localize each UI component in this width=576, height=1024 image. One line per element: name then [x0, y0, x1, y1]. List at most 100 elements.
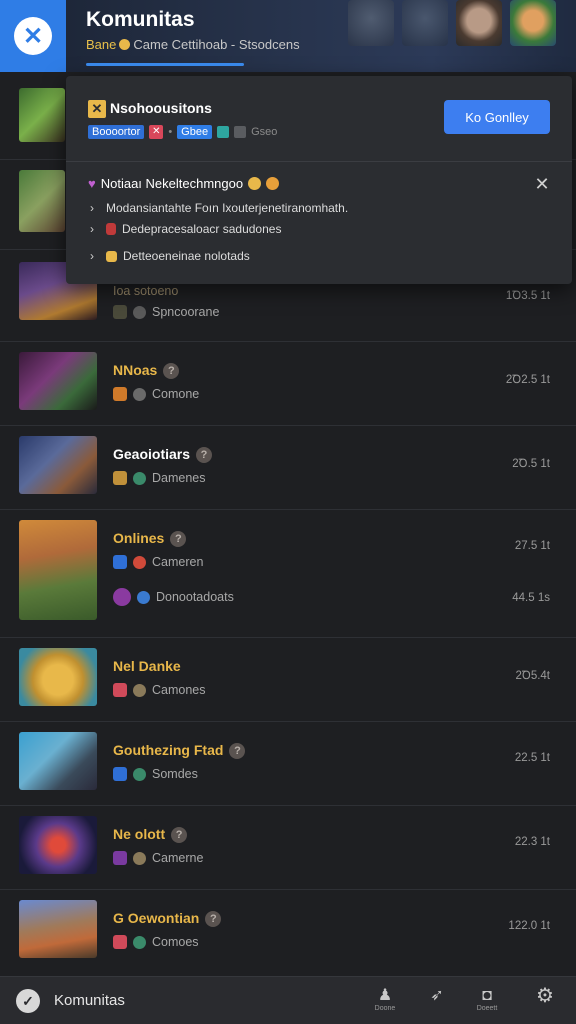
coin-icon: [119, 39, 131, 50]
help-icon[interactable]: ?: [171, 827, 188, 843]
chevron-right-icon: ›: [90, 222, 94, 236]
emoji-icon: [248, 177, 262, 190]
game-value: 2Ꝺ2.5 1t: [505, 374, 550, 386]
game-title: Onlines?: [113, 530, 187, 547]
popup-tags: Boooortor ✕ • Gbee Gseo: [88, 125, 277, 139]
chevron-right-icon: ›: [90, 201, 94, 215]
avatar[interactable]: [510, 0, 556, 46]
game-thumbnail: [19, 648, 97, 706]
tag-grey-icon: [234, 126, 247, 138]
app-logo-button[interactable]: ✕: [0, 0, 66, 72]
list-item[interactable]: G Oewontian? Comoes 122.0 1t: [0, 890, 576, 976]
list-item[interactable]: Onlines? Cameren Donootadoats 27.5 1t 44…: [0, 510, 576, 638]
page-title: Komunitas: [86, 8, 195, 31]
game-title: NNoas?: [113, 362, 180, 379]
genre-icon: [113, 588, 131, 606]
genre-icon: [113, 555, 127, 569]
game-value: 27.5 1t: [514, 540, 550, 552]
platform-icon: [133, 767, 146, 781]
tag-color-icon: [217, 126, 230, 138]
popup-header: ✕ Nsohoousitons Boooortor ✕ • Gbee Gseo …: [66, 76, 572, 162]
avatar[interactable]: [348, 0, 394, 46]
game-value: 2Ꝺ.5 1t: [512, 458, 550, 470]
genre-icon: [113, 935, 127, 949]
game-value: 22.5 1t: [514, 752, 550, 764]
rocket-icon[interactable]: ➶: [422, 987, 452, 1017]
game-thumbnail: [19, 900, 97, 958]
settings-icon[interactable]: ⚙: [530, 986, 560, 1017]
confirm-button[interactable]: Ko Gonlley: [444, 100, 550, 134]
game-thumbnail: [19, 170, 65, 232]
game-value: 2Ꝺ5.4t: [515, 670, 550, 682]
game-thumbnail: [19, 436, 97, 494]
bottom-title: Komunitas: [54, 992, 125, 1009]
game-meta: Damenes: [113, 471, 206, 485]
game-meta: Somdes: [113, 767, 198, 781]
alert-icon: [106, 223, 116, 235]
list-item[interactable]: Geaoiotiars? Damenes 2Ꝺ.5 1t: [0, 426, 576, 510]
close-tag-icon[interactable]: ✕: [149, 125, 164, 139]
game-meta: Camerne: [113, 851, 203, 865]
avatar[interactable]: [456, 0, 502, 46]
avatar[interactable]: [402, 0, 448, 46]
help-icon[interactable]: ?: [163, 363, 180, 379]
genre-icon: [113, 767, 127, 781]
people-icon[interactable]: ♟ Doone: [370, 987, 400, 1017]
active-tab-indicator: [86, 63, 244, 66]
help-icon[interactable]: ?: [196, 447, 213, 463]
game-title: Gouthezing Ftad?: [113, 742, 246, 759]
game-meta: Cameren: [113, 555, 203, 569]
genre-icon: [113, 683, 127, 697]
notice-title: Notiaaı Nekeltechmngoo: [100, 176, 244, 191]
tag-badge[interactable]: Boooortor: [88, 125, 145, 139]
platform-icon: [133, 305, 146, 319]
chat-icon[interactable]: ◘ Doeett: [472, 987, 502, 1017]
platform-icon: [133, 935, 146, 949]
genre-icon: [113, 305, 127, 319]
subtitle-tab-first[interactable]: Bane: [86, 37, 116, 52]
bottom-bar: ✓ Komunitas ♟ Doone ➶ ◘ Doeett ⚙: [0, 976, 576, 1024]
game-meta: Comoes: [113, 935, 199, 949]
help-icon[interactable]: ?: [205, 911, 222, 927]
list-item[interactable]: Nel Danke Camones 2Ꝺ5.4t: [0, 638, 576, 722]
header-avatars: [348, 0, 556, 48]
platform-icon: [133, 683, 146, 697]
popup-title: Nsohoousitons: [110, 100, 212, 116]
platform-icon: [133, 471, 146, 485]
game-value-secondary: 44.5 1s: [512, 592, 550, 604]
game-thumbnail: [19, 88, 65, 142]
platform-icon: [133, 851, 146, 865]
notice-line[interactable]: › Modansiantahte Foın Ixouterjenetiranom…: [90, 201, 348, 215]
app-logo-icon[interactable]: ✓: [16, 989, 40, 1013]
close-icon[interactable]: ✕: [534, 175, 550, 193]
notice-line[interactable]: › Dedepracesaloacr sadudones: [90, 222, 281, 236]
game-meta: Comone: [113, 387, 199, 401]
platform-icon: [137, 590, 150, 604]
list-item[interactable]: Ne olott? Camerne 22.3 1t: [0, 806, 576, 890]
help-icon[interactable]: ?: [170, 531, 187, 547]
game-title: G Oewontian?: [113, 910, 222, 927]
genre-icon: [113, 851, 127, 865]
emoji-icon: [266, 177, 280, 190]
app-header: ✕ Komunitas Bane Came Cettihoab - Stsodce…: [0, 0, 576, 72]
tag-badge[interactable]: Gbee: [177, 125, 213, 139]
tag-text: Gseo: [251, 126, 278, 138]
notification-popup: ✕ Nsohoousitons Boooortor ✕ • Gbee Gseo …: [66, 76, 572, 284]
subtitle-tabs[interactable]: Came Cettihoab - Stsodcens: [133, 37, 299, 52]
heart-icon: ♥: [88, 176, 96, 191]
notice-line[interactable]: › Detteoeneinae nolotads: [90, 249, 250, 263]
game-title: Ioa sotoeno: [113, 284, 179, 298]
genre-icon: [113, 471, 127, 485]
game-value: 22.3 1t: [514, 836, 550, 848]
platform-icon: [133, 387, 146, 401]
list-item[interactable]: Gouthezing Ftad? Somdes 22.5 1t: [0, 722, 576, 806]
notice-header: ♥ Notiaaı Nekeltechmngoo: [88, 176, 280, 191]
chevron-right-icon: ›: [90, 249, 94, 263]
pin-icon: ✕: [88, 100, 106, 118]
game-title: Nel Danke: [113, 658, 181, 674]
game-thumbnail: [19, 732, 97, 790]
help-icon[interactable]: ?: [229, 743, 246, 759]
game-thumbnail: [19, 520, 97, 620]
game-meta: Camones: [113, 683, 206, 697]
list-item[interactable]: NNoas? Comone 2Ꝺ2.5 1t: [0, 342, 576, 426]
